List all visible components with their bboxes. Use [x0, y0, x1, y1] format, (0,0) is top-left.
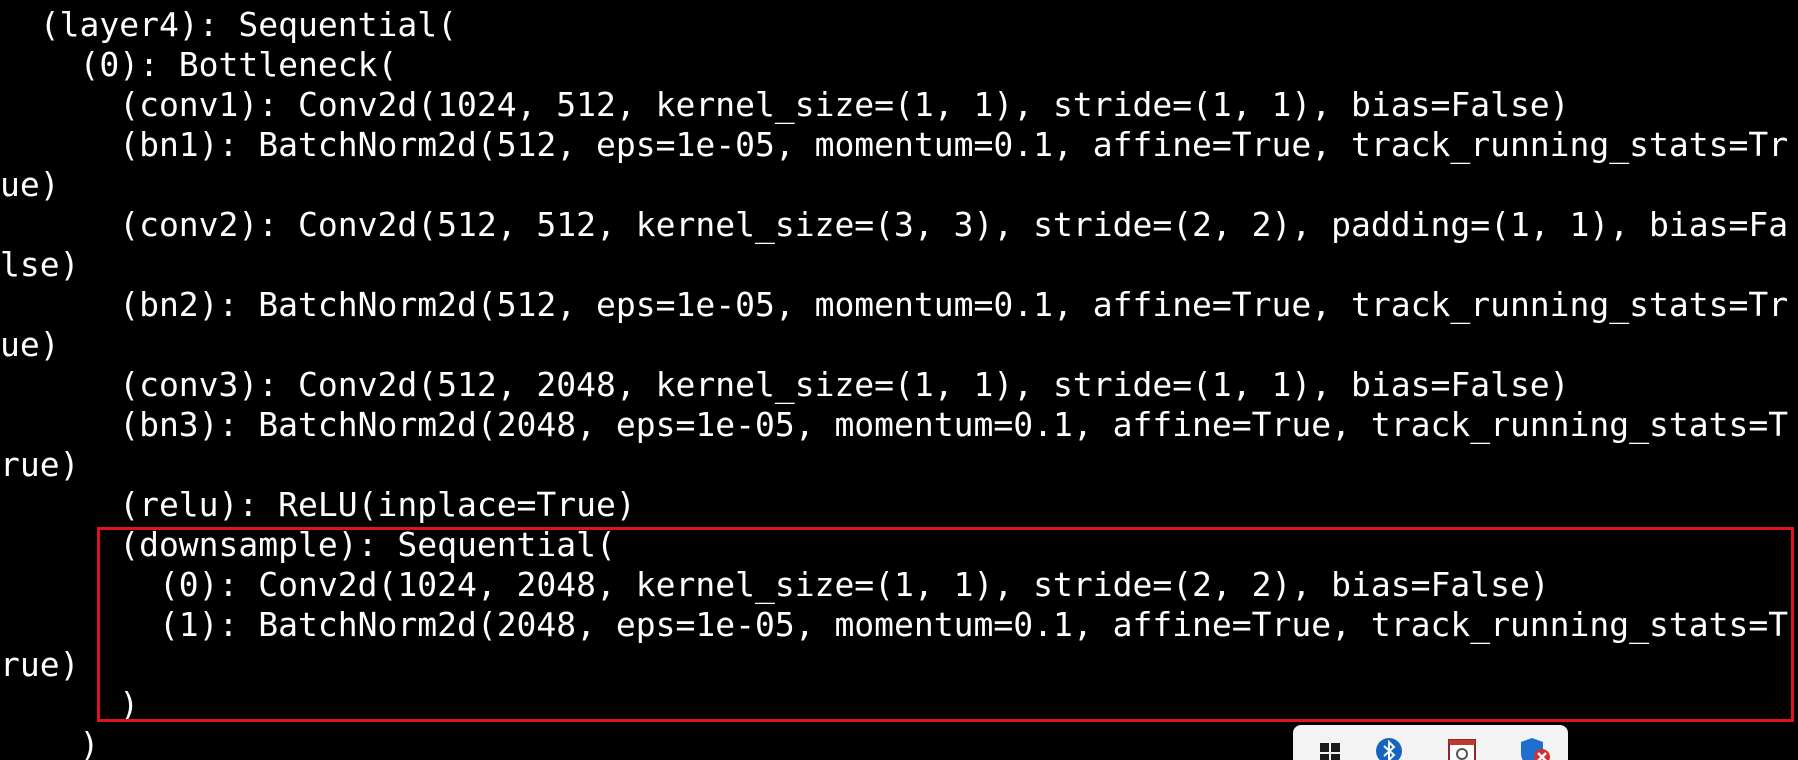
terminal-line: ue): [0, 165, 60, 204]
terminal-line: lse): [0, 245, 80, 284]
terminal-line: (relu): ReLU(inplace=True): [0, 485, 636, 524]
taskbar-tray: [1293, 725, 1568, 760]
terminal-line: rue): [0, 445, 80, 484]
terminal-line: ): [0, 725, 100, 760]
terminal-line: (conv1): Conv2d(1024, 512, kernel_size=(…: [0, 85, 1570, 124]
terminal-line: (bn3): BatchNorm2d(2048, eps=1e-05, mome…: [0, 405, 1789, 444]
terminal-line: (bn2): BatchNorm2d(512, eps=1e-05, momen…: [0, 285, 1789, 324]
terminal-line: (conv2): Conv2d(512, 512, kernel_size=(3…: [0, 205, 1789, 244]
terminal-line: (1): BatchNorm2d(2048, eps=1e-05, moment…: [0, 605, 1789, 644]
image-viewer-icon[interactable]: [1448, 737, 1478, 760]
terminal-line: ): [0, 685, 140, 724]
terminal-line: rue): [0, 645, 80, 684]
bluetooth-icon[interactable]: [1375, 737, 1403, 760]
terminal-line: ue): [0, 325, 60, 364]
terminal-output: (layer4): Sequential( (0): Bottleneck( (…: [0, 0, 1798, 760]
terminal-line: (conv3): Conv2d(512, 2048, kernel_size=(…: [0, 365, 1570, 404]
terminal-line: (0): Bottleneck(: [0, 45, 398, 84]
windows-start-icon[interactable]: [1320, 743, 1340, 760]
terminal-line: (0): Conv2d(1024, 2048, kernel_size=(1, …: [0, 565, 1550, 604]
terminal-line: (layer4): Sequential(: [0, 5, 457, 44]
terminal-line: (bn1): BatchNorm2d(512, eps=1e-05, momen…: [0, 125, 1789, 164]
terminal-line: (downsample): Sequential(: [0, 525, 616, 564]
security-shield-icon[interactable]: [1518, 737, 1550, 760]
